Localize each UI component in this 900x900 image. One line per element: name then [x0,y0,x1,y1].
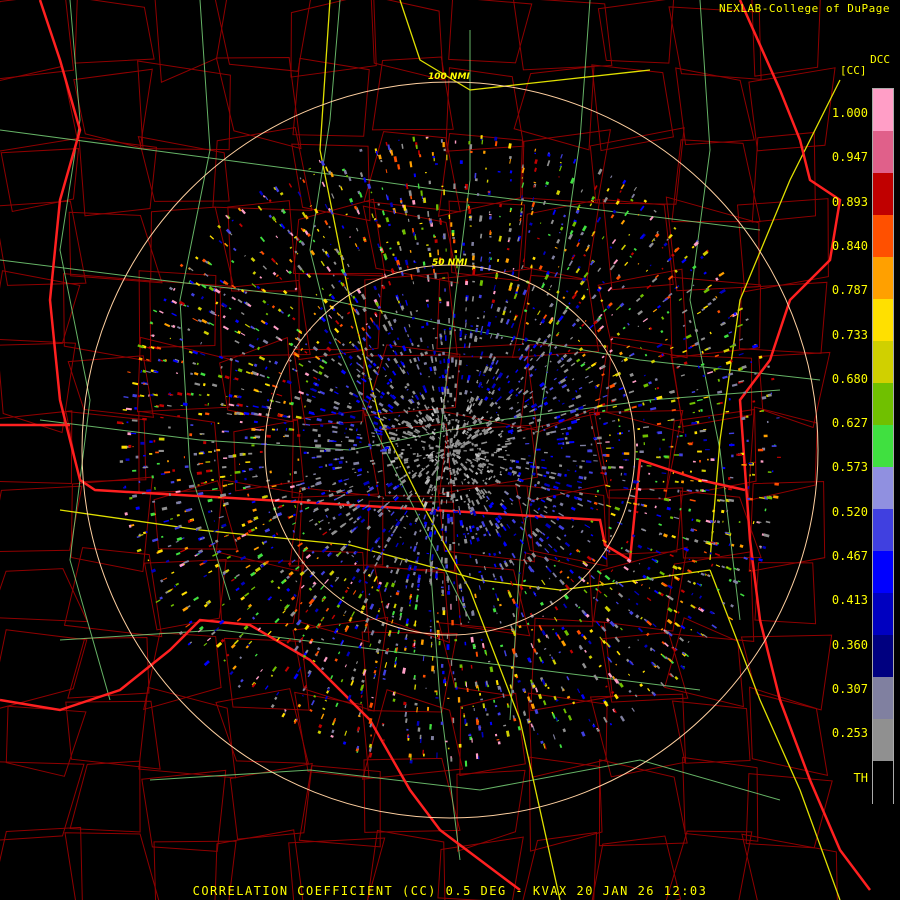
legend-unit: [CC] [840,64,867,77]
color-bar-segment [873,467,893,510]
color-bar-segment [873,719,893,762]
color-bar-segment [873,551,893,594]
product-caption: CORRELATION COEFFICIENT (CC) 0.5 DEG - K… [192,884,708,898]
credit-label: NEXLAB-College of DuPage [719,2,890,15]
legend-tick-label: 0.253 [831,726,868,741]
color-bar [872,88,894,804]
legend-tick-label: TH [853,770,868,785]
product-code: DCC [870,53,890,66]
color-bar-segment [873,215,893,258]
legend-tick-label: 0.840 [831,238,868,253]
color-bar-segment [873,677,893,720]
color-bar-segment [873,341,893,384]
radar-map [0,0,900,900]
color-bar-segment [873,761,893,804]
color-bar-segment [873,635,893,678]
color-legend: DCC [CC] 1.000 0.947 0.893 0.840 0.787 0.733 0… [822,50,900,810]
color-bar-segment [873,257,893,300]
color-bar-segment [873,131,893,174]
credit-text: NEXLAB-College of DuPage [719,2,890,15]
legend-tick-label: 0.307 [831,681,868,696]
legend-tick-label: 0.787 [831,283,868,298]
legend-tick-label: 0.467 [831,549,868,563]
color-bar-segment [873,593,893,636]
color-bar-segment [873,89,893,132]
legend-tick-label: 0.520 [831,504,868,519]
legend-tick-label: 0.733 [831,327,868,342]
legend-tick-label: 0.573 [831,460,868,475]
legend-tick-label: 1.000 [831,106,868,120]
range-ring-label-100: 100 NMI [428,72,470,82]
legend-tick-label: 0.413 [831,593,868,608]
color-bar-segment [873,383,893,426]
legend-tick-label: 0.947 [831,150,868,165]
range-ring-label-50: 50 NMI [432,258,468,268]
legend-tick-label: 0.627 [831,416,868,431]
legend-tick-label: 0.680 [831,371,868,386]
color-bar-segment [873,509,893,552]
color-bar-segment [873,299,893,342]
legend-tick-label: 0.893 [831,194,868,209]
color-bar-segment [873,173,893,216]
legend-tick-label: 0.360 [831,637,868,652]
color-bar-segment [873,425,893,468]
